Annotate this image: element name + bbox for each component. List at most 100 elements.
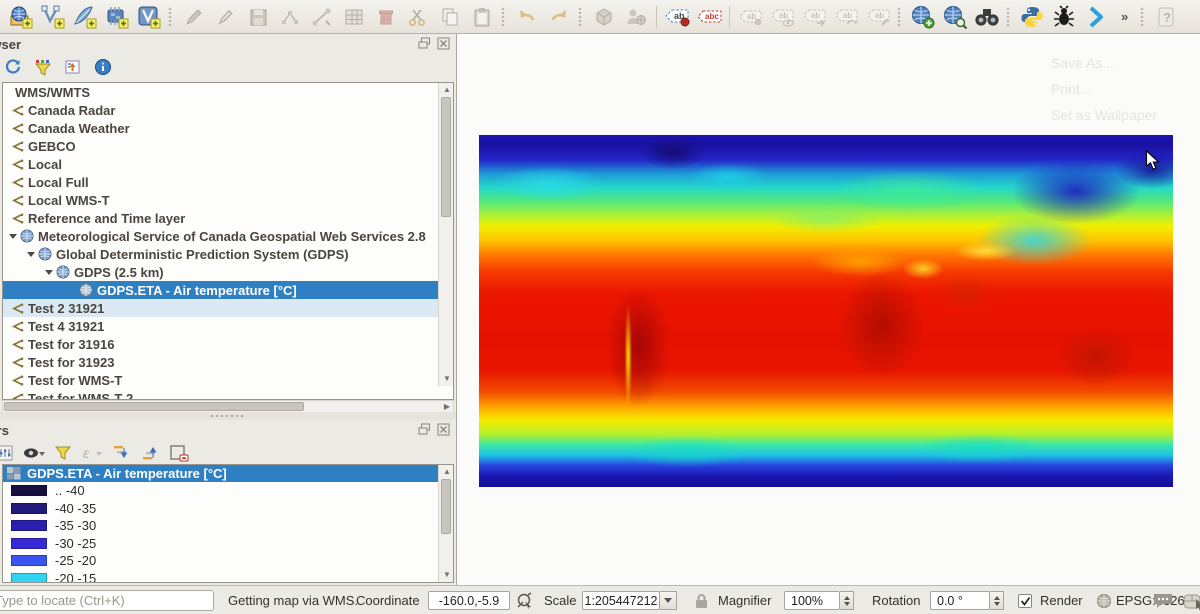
new-map-view-button[interactable] bbox=[908, 2, 938, 32]
magnifier-field[interactable]: 100% bbox=[784, 591, 840, 610]
layers-close-button[interactable] bbox=[437, 423, 450, 436]
scale-dropdown-button[interactable] bbox=[660, 591, 677, 610]
legend-swatch bbox=[11, 520, 47, 531]
filter-by-expression-button[interactable]: ε bbox=[81, 442, 103, 464]
label-abc-button[interactable]: abc bbox=[694, 2, 724, 32]
help-button[interactable]: ? bbox=[1151, 2, 1181, 32]
redo-button[interactable] bbox=[544, 2, 574, 32]
toolbar-overflow-button[interactable]: » bbox=[1113, 9, 1136, 24]
paste-features-button[interactable] bbox=[467, 2, 497, 32]
browser-close-button[interactable] bbox=[437, 37, 450, 50]
add-raster-layer-button[interactable] bbox=[102, 2, 132, 32]
tree-item-local-full[interactable]: Local Full bbox=[3, 173, 453, 191]
tree-item-test-4-31921[interactable]: Test 4 31921 bbox=[3, 317, 453, 335]
tree-item-reference-time-layer[interactable]: Reference and Time layer bbox=[3, 209, 453, 227]
panel-splitter[interactable] bbox=[0, 412, 456, 420]
new-shapefile-layer-button[interactable] bbox=[70, 2, 100, 32]
add-wms-layer-button[interactable] bbox=[134, 2, 164, 32]
expander-icon[interactable] bbox=[27, 252, 35, 257]
browser-vertical-scrollbar[interactable]: ▲ ▼ bbox=[438, 83, 453, 386]
active-layer-row[interactable]: GDPS.ETA - Air temperature [°C] bbox=[3, 465, 453, 482]
label-pin-button[interactable]: ab bbox=[735, 2, 765, 32]
filter-legend-button[interactable] bbox=[52, 442, 74, 464]
rotation-spinner[interactable] bbox=[990, 591, 1004, 610]
toolbar-grip[interactable] bbox=[1140, 6, 1147, 28]
data-source-manager-button[interactable] bbox=[6, 2, 36, 32]
coordinate-field[interactable]: -160.0,-5.9 bbox=[428, 591, 510, 610]
tree-item-local-wmst[interactable]: Local WMS-T bbox=[3, 191, 453, 209]
tree-item-msc-services[interactable]: Meteorological Service of Canada Geospat… bbox=[3, 227, 453, 245]
user-profile-button[interactable] bbox=[621, 2, 651, 32]
tree-item-gdps[interactable]: Global Deterministic Prediction System (… bbox=[3, 245, 453, 263]
toggle-editing-button[interactable] bbox=[211, 2, 241, 32]
magnifier-spinner[interactable] bbox=[840, 591, 854, 610]
add-vector-layer-button[interactable] bbox=[38, 2, 68, 32]
collapse-all-button[interactable] bbox=[62, 56, 84, 78]
remove-layer-button[interactable] bbox=[168, 442, 190, 464]
map-canvas[interactable] bbox=[479, 135, 1173, 487]
toolbar-grip[interactable] bbox=[501, 6, 508, 28]
current-edits-button[interactable] bbox=[179, 2, 209, 32]
style-manager-button[interactable] bbox=[589, 2, 619, 32]
undo-button[interactable] bbox=[512, 2, 542, 32]
add-feature-button[interactable] bbox=[275, 2, 305, 32]
layers-vertical-scrollbar[interactable]: ▲ ▼ bbox=[438, 465, 453, 582]
python-console-button[interactable] bbox=[1017, 2, 1047, 32]
toolbar-grip[interactable] bbox=[578, 6, 585, 28]
log-messages-button[interactable] bbox=[1152, 586, 1174, 614]
label-move-button[interactable]: ab bbox=[799, 2, 829, 32]
tree-item-canada-weather[interactable]: Canada Weather bbox=[3, 119, 453, 137]
crs-label[interactable]: EPSG:4326 bbox=[1116, 586, 1185, 614]
collapse-all-button[interactable] bbox=[139, 442, 161, 464]
delete-selected-button[interactable] bbox=[371, 2, 401, 32]
tree-item-gdps-eta-selected[interactable]: GDPS.ETA - Air temperature [°C] bbox=[3, 281, 453, 299]
scale-field[interactable]: 1:205447212 bbox=[582, 591, 660, 610]
legend-item: -30 -25 bbox=[3, 535, 453, 553]
manage-map-themes-button[interactable] bbox=[23, 442, 45, 464]
identify-features-button[interactable] bbox=[972, 2, 1002, 32]
open-layer-styling-button[interactable] bbox=[0, 442, 16, 464]
binoculars-icon bbox=[974, 5, 1000, 29]
tree-item-test-for-31916[interactable]: Test for 31916 bbox=[3, 335, 453, 353]
browser-float-button[interactable] bbox=[418, 37, 431, 50]
map-view-settings-button[interactable] bbox=[940, 2, 970, 32]
tree-item-test-2-31921[interactable]: Test 2 31921 bbox=[3, 299, 453, 317]
tree-item-wms-wmts[interactable]: WMS/WMTS bbox=[3, 83, 453, 101]
map-tips-button[interactable] bbox=[1182, 586, 1200, 614]
attribute-table-button[interactable] bbox=[339, 2, 369, 32]
refresh-button[interactable] bbox=[2, 56, 24, 78]
toggle-extents-button[interactable] bbox=[516, 586, 533, 614]
tree-item-gdps-25km[interactable]: GDPS (2.5 km) bbox=[3, 263, 453, 281]
next-step-button[interactable] bbox=[1081, 2, 1111, 32]
render-checkbox[interactable] bbox=[1018, 586, 1032, 614]
layers-float-button[interactable] bbox=[418, 423, 431, 436]
toolbar-grip[interactable] bbox=[897, 6, 904, 28]
cut-features-button[interactable] bbox=[403, 2, 433, 32]
crs-button[interactable] bbox=[1096, 586, 1112, 614]
save-edits-button[interactable] bbox=[243, 2, 273, 32]
debug-plugin-button[interactable] bbox=[1049, 2, 1079, 32]
lock-scale-button[interactable] bbox=[694, 586, 709, 614]
tree-item-local[interactable]: Local bbox=[3, 155, 453, 173]
label-show-hide-button[interactable]: ab bbox=[767, 2, 797, 32]
expander-icon[interactable] bbox=[9, 234, 17, 239]
tree-item-test-for-wmst-2[interactable]: Test for WMS-T 2 bbox=[3, 389, 453, 400]
rotation-field[interactable]: 0.0 ° bbox=[930, 591, 990, 610]
qgis-window: ab abc ab ab ab ab ab » ? Browser bbox=[0, 0, 1200, 614]
toolbar-grip[interactable] bbox=[168, 6, 175, 28]
layer-labeling-button[interactable]: ab bbox=[662, 2, 692, 32]
tree-item-gebco[interactable]: GEBCO bbox=[3, 137, 453, 155]
label-edit-button[interactable]: ab bbox=[863, 2, 893, 32]
label-rotate-button[interactable]: ab bbox=[831, 2, 861, 32]
expand-all-button[interactable] bbox=[110, 442, 132, 464]
toolbar-grip[interactable] bbox=[1006, 6, 1013, 28]
filter-browser-button[interactable] bbox=[32, 56, 54, 78]
locate-input[interactable] bbox=[0, 590, 214, 611]
tree-item-test-for-31923[interactable]: Test for 31923 bbox=[3, 353, 453, 371]
expander-icon[interactable] bbox=[45, 270, 53, 275]
tree-item-test-for-wmst[interactable]: Test for WMS-T bbox=[3, 371, 453, 389]
properties-info-button[interactable] bbox=[92, 56, 114, 78]
copy-features-button[interactable] bbox=[435, 2, 465, 32]
tree-item-canada-radar[interactable]: Canada Radar bbox=[3, 101, 453, 119]
vertex-tool-button[interactable] bbox=[307, 2, 337, 32]
